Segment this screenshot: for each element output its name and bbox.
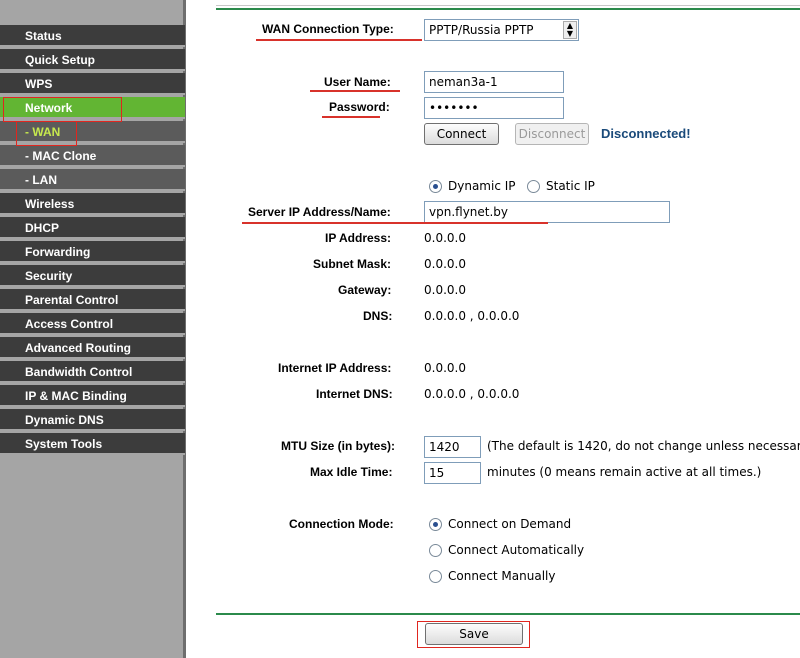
mode-demand-radio[interactable] [429,518,442,531]
internet-ip-label: Internet IP Address: [278,361,392,375]
sidebar-item-wireless[interactable]: Wireless [0,193,185,215]
connection-status: Disconnected! [601,126,691,141]
sidebar-item-lan[interactable]: - LAN [0,169,185,191]
dns-label: DNS: [363,309,393,323]
internet-dns-value: 0.0.0.0 , 0.0.0.0 [424,387,520,401]
connection-mode-label: Connection Mode: [289,517,394,531]
password-input[interactable]: ••••••• [424,97,564,119]
subnet-mask-value: 0.0.0.0 [424,257,466,271]
user-name-label: User Name: [324,75,391,89]
top-divider-thin [216,5,800,6]
static-ip-radio[interactable] [527,180,540,193]
gateway-label: Gateway: [338,283,392,297]
subnet-mask-label: Subnet Mask: [313,257,392,271]
wan-type-select[interactable]: PPTP/Russia PPTP ▲ ▼ [424,19,579,41]
connect-button[interactable]: Connect [424,123,499,145]
server-label: Server IP Address/Name: [248,205,391,219]
dynamic-ip-radio[interactable] [429,180,442,193]
sidebar-item-wps[interactable]: WPS [0,73,185,95]
internet-ip-value: 0.0.0.0 [424,361,466,375]
top-divider [216,8,800,10]
dns-value: 0.0.0.0 , 0.0.0.0 [424,309,520,323]
static-ip-label: Static IP [546,179,595,193]
main-panel: WAN Connection Type: PPTP/Russia PPTP ▲ ▼… [186,0,800,658]
select-arrows-icon: ▲ ▼ [563,21,577,39]
server-input[interactable]: vpn.flynet.by [424,201,670,223]
save-button[interactable]: Save [425,623,523,645]
disconnect-button[interactable]: Disconnect [515,123,589,145]
wan-type-label: WAN Connection Type: [262,22,394,36]
mode-auto-label: Connect Automatically [448,543,585,557]
sidebar-item-forwarding[interactable]: Forwarding [0,241,185,263]
wan-type-value: PPTP/Russia PPTP [429,23,534,37]
ip-address-value: 0.0.0.0 [424,231,466,245]
sidebar-item-security[interactable]: Security [0,265,185,287]
mode-manual-radio[interactable] [429,570,442,583]
idle-label: Max Idle Time: [310,465,393,479]
sidebar: Status Quick Setup WPS Network - WAN - M… [0,0,186,658]
sidebar-item-mac-clone[interactable]: - MAC Clone [0,145,185,167]
sidebar-item-bandwidth-control[interactable]: Bandwidth Control [0,361,185,383]
idle-input[interactable]: 15 [424,462,481,484]
gateway-value: 0.0.0.0 [424,283,466,297]
mtu-label: MTU Size (in bytes): [281,439,396,453]
password-label: Password: [329,100,390,114]
internet-dns-label: Internet DNS: [316,387,393,401]
sidebar-item-status[interactable]: Status [0,25,185,47]
idle-hint: minutes (0 means remain active at all ti… [487,465,762,479]
mode-manual-label: Connect Manually [448,569,556,583]
sidebar-item-ip-mac-binding[interactable]: IP & MAC Binding [0,385,185,407]
sidebar-item-advanced-routing[interactable]: Advanced Routing [0,337,185,359]
sidebar-item-access-control[interactable]: Access Control [0,313,185,335]
sidebar-item-network[interactable]: Network [0,97,185,119]
sidebar-item-system-tools[interactable]: System Tools [0,433,185,455]
dynamic-ip-label: Dynamic IP [448,179,516,193]
bottom-divider [216,613,800,615]
sidebar-item-parental-control[interactable]: Parental Control [0,289,185,311]
mode-demand-label: Connect on Demand [448,517,572,531]
sidebar-item-dynamic-dns[interactable]: Dynamic DNS [0,409,185,431]
user-name-input[interactable]: neman3a-1 [424,71,564,93]
sidebar-item-wan[interactable]: - WAN [0,121,185,143]
sidebar-item-quick-setup[interactable]: Quick Setup [0,49,185,71]
sidebar-item-dhcp[interactable]: DHCP [0,217,185,239]
mtu-hint: (The default is 1420, do not change unle… [487,439,800,453]
mtu-input[interactable]: 1420 [424,436,481,458]
ip-address-label: IP Address: [325,231,392,245]
mode-auto-radio[interactable] [429,544,442,557]
